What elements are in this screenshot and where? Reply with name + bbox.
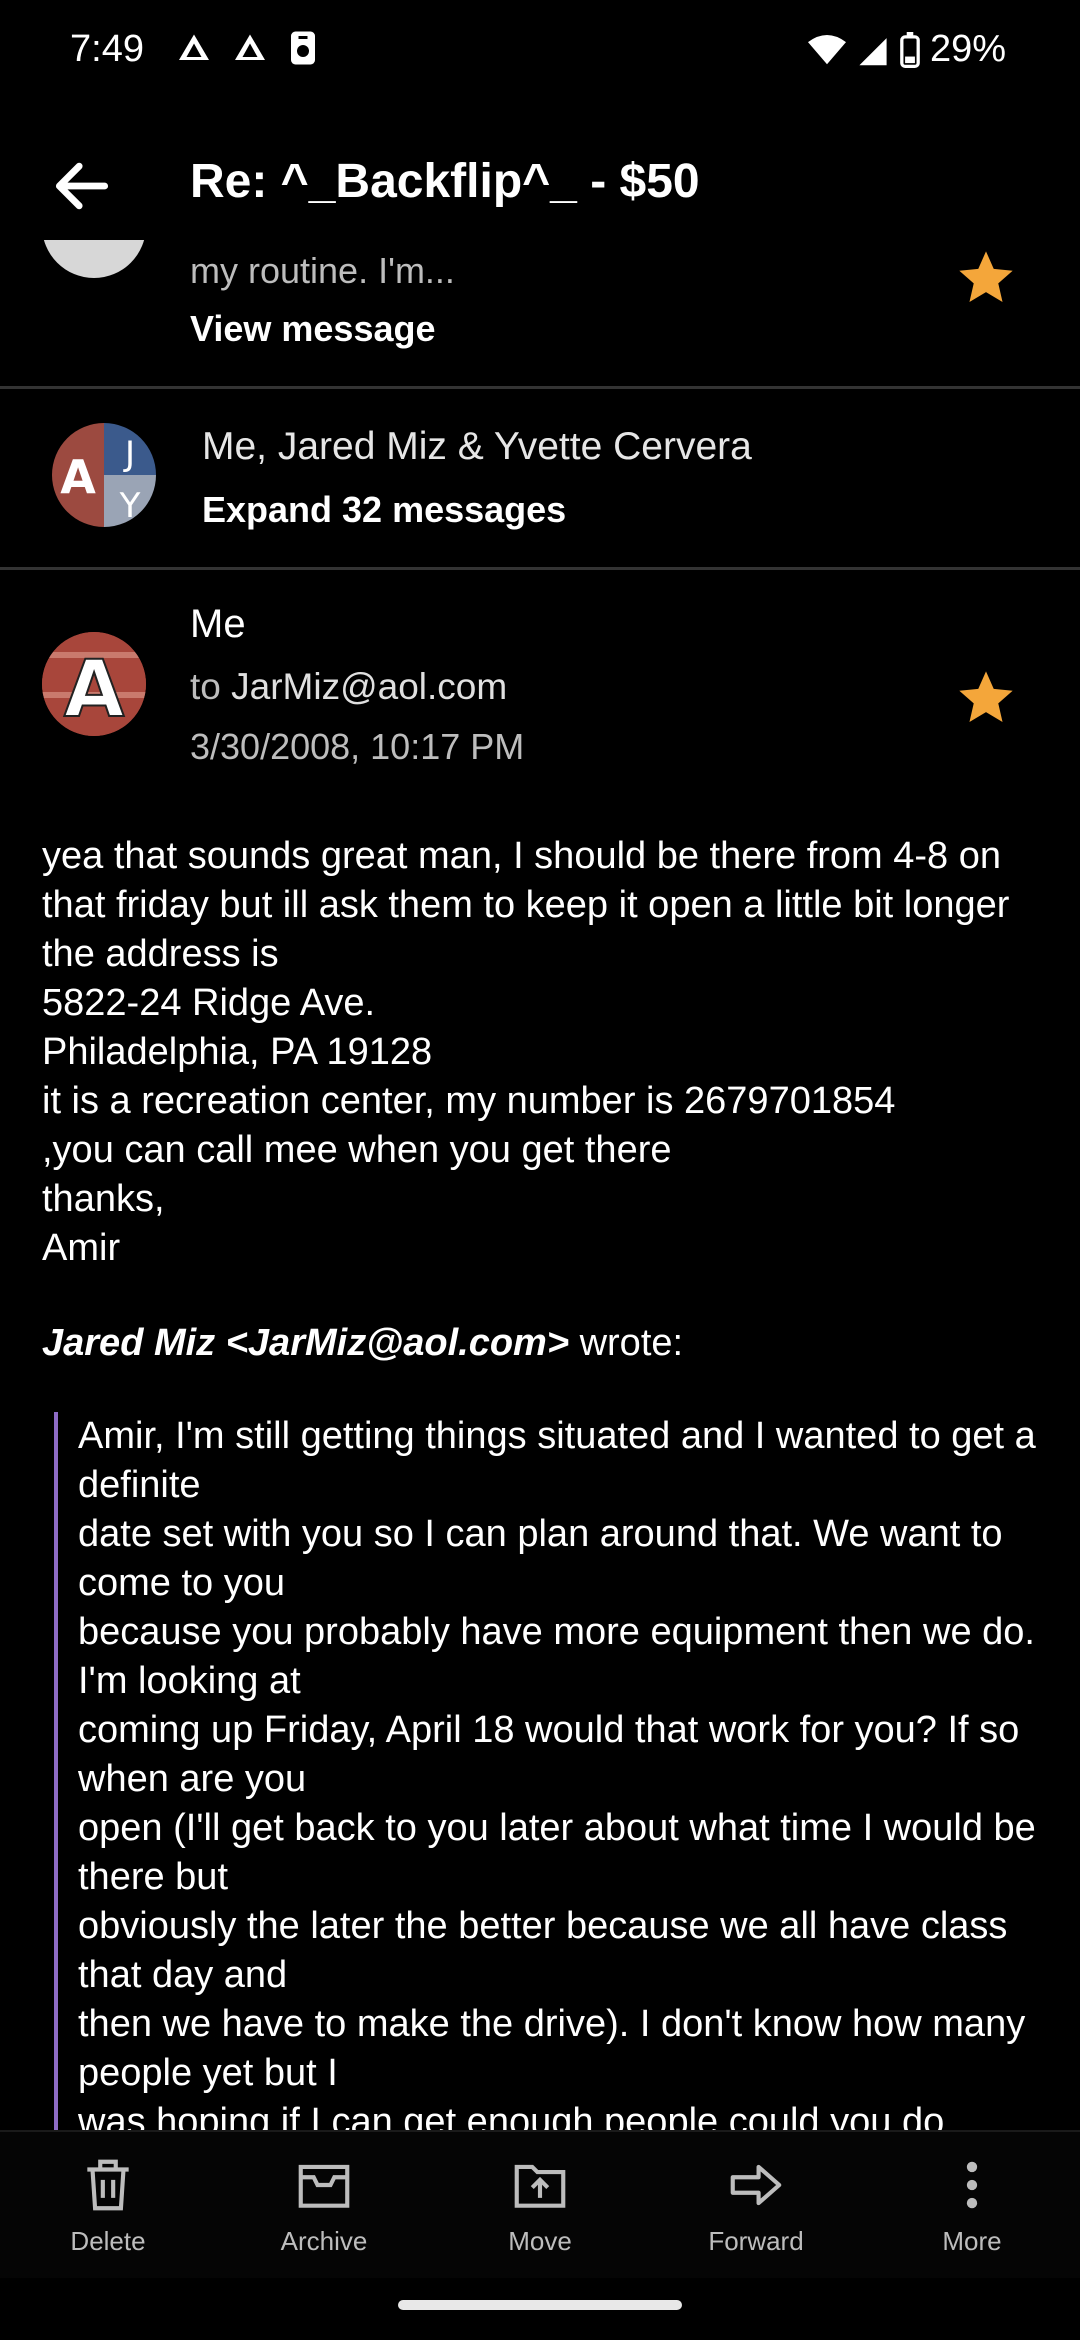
expand-messages-link[interactable]: Expand 32 messages: [202, 489, 566, 531]
page-title: Re: ^_Backflip^_ - $50: [190, 155, 700, 208]
archive-label: Archive: [280, 2226, 368, 2256]
message-body: yea that sounds great man, I should be t…: [42, 835, 1010, 1269]
delete-button[interactable]: Delete: [0, 2132, 216, 2278]
avatar-letter-j: J: [123, 434, 135, 474]
drive-icon: [179, 34, 209, 60]
sender-name: Me: [190, 602, 246, 646]
forward-arrow-icon: [730, 2164, 782, 2206]
avatar-letter-a: A: [60, 450, 96, 504]
view-message-link[interactable]: View message: [190, 308, 436, 350]
message-date: 3/30/2008, 10:17 PM: [190, 726, 525, 767]
battery-percent: 29%: [929, 28, 1006, 70]
delete-label: Delete: [70, 2226, 146, 2256]
avatar-letter-y: Y: [119, 486, 141, 526]
notification-icons: [176, 30, 318, 66]
battery-icon: [900, 31, 920, 68]
wifi-icon: [807, 34, 846, 64]
forward-button[interactable]: Forward: [648, 2132, 864, 2278]
recipient-line: to JarMiz@aol.com: [190, 666, 507, 708]
archive-button[interactable]: Archive: [216, 2132, 432, 2278]
forward-label: Forward: [708, 2226, 804, 2256]
star-icon[interactable]: [954, 246, 1018, 310]
avatar: A: [42, 632, 146, 736]
archive-icon: [298, 2164, 350, 2208]
back-arrow-icon[interactable]: [48, 152, 116, 220]
avatar: [42, 240, 146, 278]
app-notification-icon: [291, 31, 315, 65]
quoted-text: Amir, I'm still getting things situated …: [78, 1415, 1036, 2132]
quote-attribution: Jared Miz <JarMiz@aol.com> wrote:: [42, 1322, 683, 1365]
quote-suffix: wrote:: [569, 1322, 684, 1364]
move-button[interactable]: Move: [432, 2132, 648, 2278]
more-button[interactable]: More: [864, 2132, 1080, 2278]
drive-icon: [235, 34, 265, 60]
more-vertical-icon: [966, 2161, 978, 2209]
home-indicator[interactable]: [398, 2300, 682, 2310]
status-bar: 7:49 29%: [0, 0, 1080, 110]
bottom-toolbar: Delete Archive Move Forward More: [0, 2130, 1080, 2278]
group-avatar: A J Y: [52, 423, 156, 527]
recipient-address[interactable]: JarMiz@aol.com: [231, 666, 507, 707]
message-snippet: my routine. I'm...: [190, 250, 455, 291]
move-label: Move: [508, 2226, 572, 2256]
move-icon: [514, 2164, 566, 2208]
to-label: to: [190, 666, 221, 707]
thread-expander[interactable]: A J Y Me, Jared Miz & Yvette Cervera Exp…: [0, 389, 1080, 570]
avatar-letter: A: [64, 645, 124, 735]
message-header[interactable]: A Me to JarMiz@aol.com 3/30/2008, 10:17 …: [0, 580, 1080, 780]
system-icons: 29%: [807, 28, 1006, 71]
more-label: More: [942, 2226, 1002, 2256]
status-time: 7:49: [70, 28, 144, 70]
collapsed-message[interactable]: my routine. I'm... View message: [0, 240, 1080, 389]
star-icon[interactable]: [954, 666, 1018, 730]
trash-icon: [87, 2159, 129, 2211]
app-bar: Re: ^_Backflip^_ - $50: [0, 130, 1080, 240]
cell-signal-icon: [859, 37, 887, 65]
quote-author: Jared Miz <JarMiz@aol.com>: [42, 1322, 570, 1364]
thread-participants: Me, Jared Miz & Yvette Cervera: [202, 425, 752, 468]
quoted-message: Amir, I'm still getting things situated …: [54, 1412, 1058, 2132]
